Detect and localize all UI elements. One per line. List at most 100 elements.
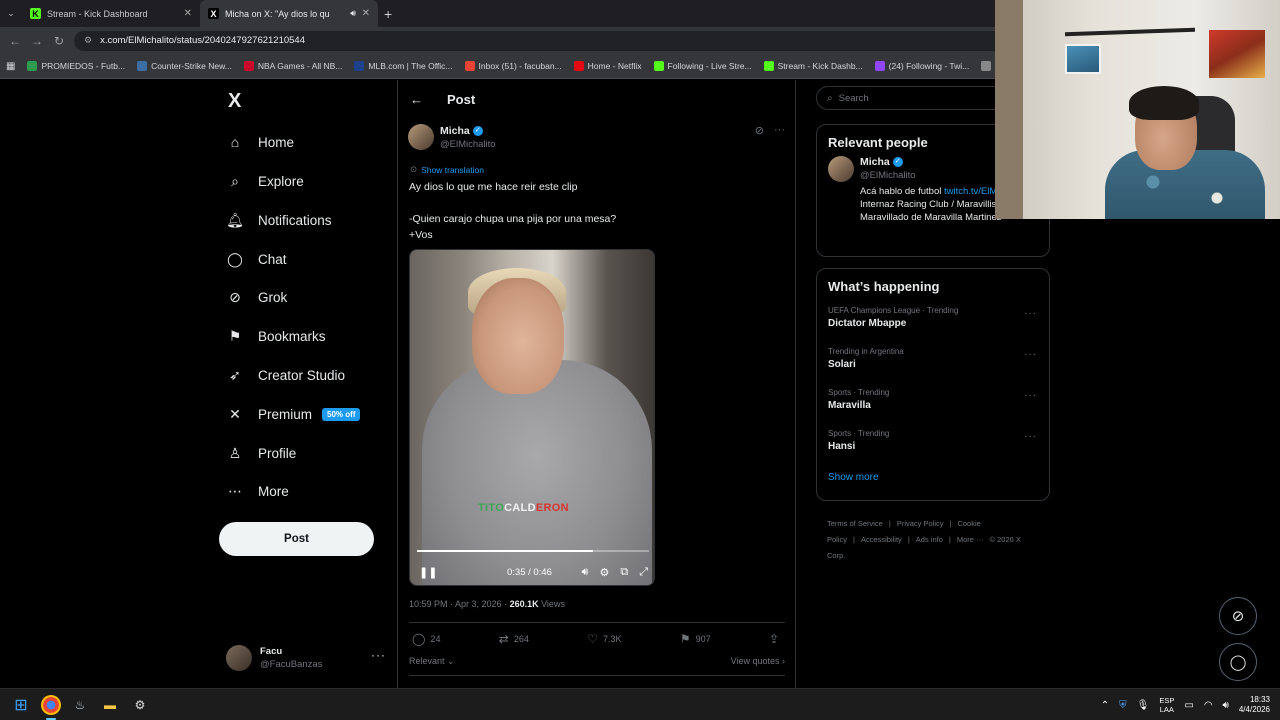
trend-item[interactable]: UEFA Champions League · Trending Dictator… xyxy=(817,300,1049,341)
close-icon[interactable]: ✕ xyxy=(362,8,370,19)
post-timestamp[interactable]: 10:59 PM · Apr 3, 2026 · xyxy=(409,599,510,609)
person-name[interactable]: Micha xyxy=(860,156,890,168)
wifi-icon[interactable]: ◠ xyxy=(1204,700,1213,711)
video-player[interactable]: TITOCALDERON ❚❚ 0:35 / 0:46 🔊︎ ⚙ ⧉ ⤢ xyxy=(409,249,655,586)
bookmark-item[interactable]: Inbox (51) - facuban... xyxy=(464,61,562,71)
avatar[interactable] xyxy=(828,156,854,182)
nav-item-explore[interactable]: ⌕ Explore xyxy=(226,167,304,195)
pause-icon[interactable]: ❚❚ xyxy=(419,566,437,579)
author-handle[interactable]: @ElMichalito xyxy=(440,139,496,150)
view-quotes-link[interactable]: View quotes › xyxy=(731,656,785,667)
footer-link[interactable]: Ads info xyxy=(916,535,943,544)
nav-item-home[interactable]: ⌂ Home xyxy=(226,128,294,156)
footer-link[interactable]: Accessibility xyxy=(861,535,902,544)
close-icon[interactable]: ✕ xyxy=(184,8,192,19)
more-icon[interactable]: ··· xyxy=(1024,308,1037,319)
settings-icon[interactable]: ⚙ xyxy=(599,566,609,579)
forward-button[interactable]: → xyxy=(26,34,48,48)
bookmark-item[interactable]: Home - Netflix xyxy=(573,61,642,71)
nav-item-label: Premium xyxy=(258,406,313,422)
trend-item[interactable]: Trending in Argentina Solari ··· xyxy=(817,341,1049,382)
chrome-icon[interactable] xyxy=(41,695,61,715)
fullscreen-icon[interactable]: ⤢ xyxy=(639,566,648,579)
browser-tab-x[interactable]: X Micha on X: "Ay dios lo qu 🔊︎ ✕ xyxy=(200,0,378,27)
heart-icon: ♡ xyxy=(587,632,598,646)
messages-fab-button[interactable]: ◯ xyxy=(1219,643,1257,681)
more-icon[interactable]: ··· xyxy=(774,124,785,137)
trend-item[interactable]: Sports · Trending Hansi ··· xyxy=(817,423,1049,464)
nav-item-grok[interactable]: ⊘ Grok xyxy=(226,283,287,311)
bookmark-item[interactable]: NBA Games - All NB... xyxy=(243,61,342,71)
windows-start-icon[interactable]: ⊞ xyxy=(11,695,31,715)
reload-button[interactable]: ↻ xyxy=(48,34,70,48)
nav-item-premium[interactable]: ✕ Premium 50% off xyxy=(226,400,361,428)
reply-button[interactable]: ◯ 24 xyxy=(412,632,440,646)
chevron-up-icon[interactable]: ⌃ xyxy=(1101,700,1109,711)
microphone-icon[interactable]: 🎙︎ xyxy=(1137,700,1150,711)
show-translation-link[interactable]: ⊙ Show translation xyxy=(410,164,484,175)
nav-item-label: Bookmarks xyxy=(258,328,326,344)
engagement-bar: ◯ 24 ⇄ 264 ♡ 7.3K ⚑ 907 ⇪ xyxy=(412,632,784,646)
volume-icon[interactable]: 🔊︎ xyxy=(1223,700,1229,711)
footer-separator: | xyxy=(907,535,910,544)
x-icon: ✕ xyxy=(229,405,241,422)
show-more-link[interactable]: Show more xyxy=(817,464,1049,495)
back-arrow-icon[interactable]: ← xyxy=(410,92,423,107)
nav-item-creator-studio[interactable]: ➶ Creator Studio xyxy=(226,361,345,389)
bookmark-item[interactable]: Stream - Kick Dashb... xyxy=(763,61,863,71)
volume-icon[interactable]: 🔊︎ xyxy=(582,566,589,579)
more-icon[interactable]: ··· xyxy=(1024,431,1037,442)
video-controls: ❚❚ 0:35 / 0:46 🔊︎ ⚙ ⧉ ⤢ xyxy=(410,558,654,585)
post-button[interactable]: Post xyxy=(219,522,374,556)
nav-item-bookmarks[interactable]: ⚑ Bookmarks xyxy=(226,322,326,350)
app-icon[interactable]: ⚙ xyxy=(130,695,150,715)
more-icon[interactable]: ··· xyxy=(371,648,386,662)
share-button[interactable]: ⇪ xyxy=(769,632,784,646)
url-field[interactable]: ⚙ x.com/ElMichalito/status/2040247927621… xyxy=(74,30,1034,51)
footer-link[interactable]: More ··· xyxy=(957,535,984,544)
x-logo[interactable]: X xyxy=(228,90,241,113)
account-switcher[interactable]: Facu @FacuBanzas ··· xyxy=(226,642,386,674)
shield-icon[interactable]: ⛨ xyxy=(1119,700,1127,711)
like-button[interactable]: ♡ 7.3K xyxy=(587,632,621,646)
video-progress-bar[interactable] xyxy=(417,550,649,552)
language-indicator[interactable]: ESP LAA xyxy=(1159,696,1174,714)
sort-dropdown[interactable]: Relevant ⌄ xyxy=(409,656,455,667)
bookmark-item[interactable]: MLB.com | The Offic... xyxy=(354,61,453,71)
tab-search-button[interactable]: ⌄ xyxy=(0,0,22,27)
nav-item-chat[interactable]: ◯ Chat xyxy=(226,245,286,273)
reply-sort-row: Relevant ⌄ View quotes › xyxy=(409,656,785,667)
more-icon[interactable]: ··· xyxy=(1024,390,1037,401)
back-button[interactable]: ← xyxy=(4,34,26,48)
nav-item-profile[interactable]: ♙ Profile xyxy=(226,439,297,467)
pip-icon[interactable]: ⧉ xyxy=(620,566,628,579)
clock-time: 18:33 xyxy=(1249,695,1270,704)
grok-icon[interactable]: ⊘ xyxy=(755,124,764,137)
footer-link[interactable]: Privacy Policy xyxy=(897,519,944,528)
apps-icon[interactable]: ▦ xyxy=(6,61,15,72)
footer-link[interactable]: Terms of Service xyxy=(827,519,883,528)
bookmark-item[interactable]: Following - Live Stre... xyxy=(653,61,752,71)
clock[interactable]: 18:33 4/4/2026 xyxy=(1239,695,1270,715)
avatar[interactable] xyxy=(408,124,434,150)
bookmark-button[interactable]: ⚑ 907 xyxy=(680,632,711,646)
post-author[interactable]: Micha ✓ @ElMichalito xyxy=(408,124,496,150)
trend-item[interactable]: Sports · Trending Maravilla ··· xyxy=(817,382,1049,423)
grok-fab-button[interactable]: ⊘ xyxy=(1219,597,1257,635)
more-icon[interactable]: ··· xyxy=(1024,349,1037,360)
folder-icon[interactable]: ▬ xyxy=(100,695,120,715)
bookmark-item[interactable]: PROMIEDOS - Futb... xyxy=(27,61,125,71)
speaker-icon[interactable]: 🔊︎ xyxy=(350,8,356,19)
new-tab-button[interactable]: + xyxy=(384,6,392,22)
author-name[interactable]: Micha xyxy=(440,125,470,137)
monitor-icon[interactable]: ▭ xyxy=(1184,700,1193,711)
site-info-icon[interactable]: ⚙ xyxy=(84,35,92,46)
bookmark-item[interactable]: Counter-Strike New... xyxy=(137,61,232,71)
steam-icon[interactable]: ♨ xyxy=(70,695,90,715)
repost-button[interactable]: ⇄ 264 xyxy=(499,632,529,646)
bookmark-item[interactable]: (24) Following - Twi... xyxy=(874,61,969,71)
nav-item-notifications[interactable]: 🔔︎ Notifications xyxy=(226,206,331,234)
browser-tab-kick[interactable]: K Stream - Kick Dashboard ✕ xyxy=(22,0,200,27)
nav-item-more[interactable]: ⋯ More xyxy=(226,477,289,505)
webcam-door xyxy=(995,0,1023,219)
